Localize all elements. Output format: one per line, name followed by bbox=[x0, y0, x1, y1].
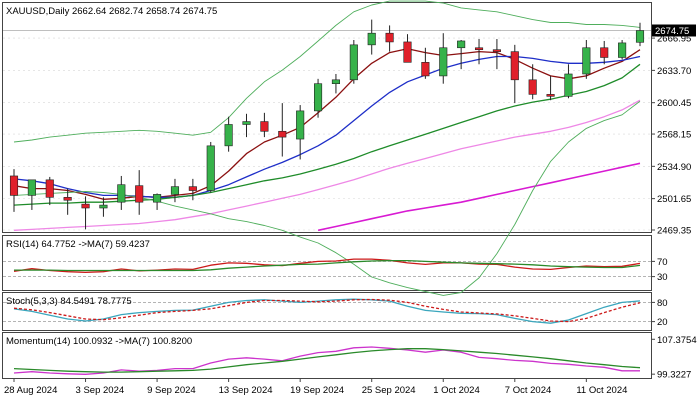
date-tick-label: 25 Sep 2024 bbox=[362, 385, 416, 396]
candle-body bbox=[367, 32, 376, 46]
candle-body bbox=[99, 204, 108, 209]
candle-body bbox=[457, 40, 466, 49]
price-tick-label: 2633.70 bbox=[657, 66, 691, 77]
rsi-legend: RSI(14) 64.7752 ->MA(7) 59.4237 bbox=[6, 239, 150, 250]
date-tick-label: 7 Oct 2024 bbox=[505, 385, 551, 396]
candle-body bbox=[9, 175, 19, 196]
candle-body bbox=[45, 179, 54, 198]
candle-body bbox=[81, 203, 90, 209]
candle-body bbox=[63, 197, 72, 201]
indicator-tick-label: 107.3754 bbox=[657, 335, 697, 346]
date-tick-label: 11 Oct 2024 bbox=[576, 385, 627, 396]
date-tick-label: 1 Oct 2024 bbox=[433, 385, 479, 396]
candle-body bbox=[492, 49, 501, 52]
indicator-tick-label: 99.3227 bbox=[657, 370, 691, 381]
candle-body bbox=[618, 42, 627, 58]
price-tick-label: 2534.90 bbox=[657, 162, 691, 173]
price-tick-label: 2600.45 bbox=[657, 98, 691, 109]
date-tick-label: 13 Sep 2024 bbox=[219, 385, 273, 396]
date-tick-label: 3 Sep 2024 bbox=[76, 385, 125, 396]
price-tick-label: 2469.35 bbox=[657, 226, 691, 237]
candle-body bbox=[331, 79, 340, 84]
main-price-axis: 2666.952633.702600.452568.152534.902501.… bbox=[651, 34, 691, 237]
candle-body bbox=[188, 186, 197, 191]
candle-body bbox=[439, 47, 448, 77]
candle-body bbox=[296, 110, 305, 140]
candle-body bbox=[117, 184, 126, 203]
candle-body bbox=[170, 186, 180, 195]
candle-body bbox=[421, 62, 430, 77]
candle-body bbox=[27, 179, 36, 196]
candle-body bbox=[224, 124, 233, 147]
main-legend: XAUUSD,Daily 2662.64 2682.74 2658.74 267… bbox=[6, 6, 217, 17]
date-tick-label: 9 Sep 2024 bbox=[147, 385, 196, 396]
chart-canvas: 2666.952633.702600.452568.152534.902501.… bbox=[2, 0, 697, 396]
candle-body bbox=[403, 41, 412, 63]
candle-body bbox=[242, 121, 251, 125]
last-price-label: 2674.75 bbox=[655, 26, 689, 37]
candle bbox=[206, 141, 215, 193]
indicator-tick-label: 70 bbox=[657, 257, 668, 268]
candle-body bbox=[528, 79, 537, 95]
chart-container: 2666.95 2633.70 2600.45 2568.15 2534.90 2501.… bbox=[0, 0, 700, 400]
indicator-tick-label: 20 bbox=[657, 317, 668, 328]
candle-body bbox=[153, 194, 162, 203]
candle-body bbox=[260, 121, 269, 132]
candle bbox=[349, 39, 358, 84]
last-price-tag: 2674.75 bbox=[652, 24, 696, 37]
price-tick-label: 2568.15 bbox=[657, 130, 691, 141]
candle-body bbox=[582, 47, 591, 75]
candle-body bbox=[385, 32, 394, 43]
candle-body bbox=[206, 145, 215, 191]
candle-body bbox=[474, 47, 484, 51]
candle-body bbox=[278, 130, 287, 138]
price-tick-label: 2501.65 bbox=[657, 194, 691, 205]
candle-body bbox=[349, 44, 358, 81]
candle-body bbox=[510, 51, 519, 81]
date-tick-label: 28 Aug 2024 bbox=[4, 385, 57, 396]
candle-body bbox=[564, 73, 573, 97]
date-axis: 28 Aug 2024 3 Sep 2024 9 Sep 2024 13 Sep 20… bbox=[4, 378, 627, 396]
indicator-tick-label: 30 bbox=[657, 272, 668, 283]
candle-body bbox=[135, 185, 144, 203]
momentum-legend: Momentum(14) 100.0932 ->MA(7) 100.8200 bbox=[6, 336, 192, 347]
candle-body bbox=[314, 83, 323, 112]
candle-body bbox=[546, 94, 555, 97]
candle bbox=[618, 39, 627, 60]
date-tick-label: 19 Sep 2024 bbox=[290, 385, 344, 396]
candle-body bbox=[635, 30, 645, 43]
candle-body bbox=[600, 47, 609, 58]
indicator-tick-label: 80 bbox=[657, 298, 668, 309]
stoch-legend: Stoch(5,3,3) 84.5491 78.7775 bbox=[6, 296, 132, 307]
